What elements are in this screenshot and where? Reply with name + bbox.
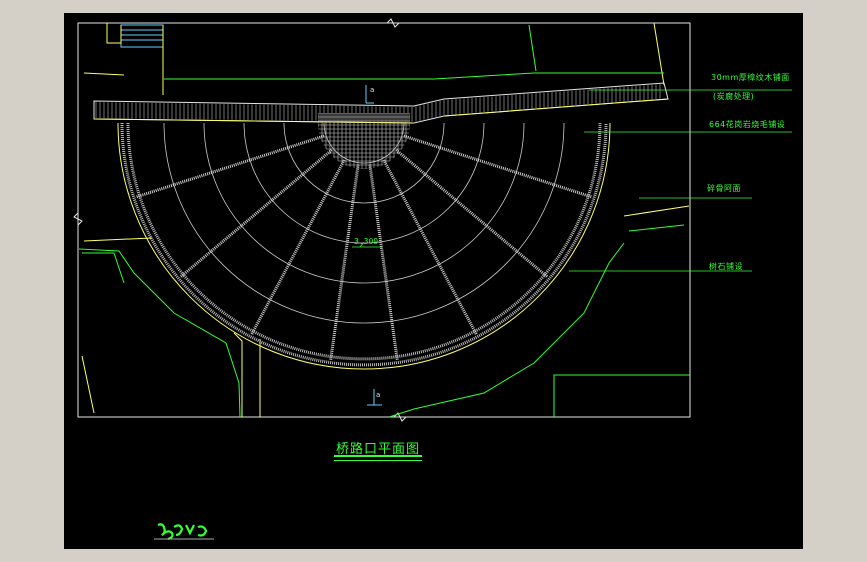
drawing-canvas[interactable]: 30mm厚樟纹木铺面 (炭腐处理) 664花岗岩烧毛铺设 碎骨阿面 树石铺设 a… (64, 13, 803, 549)
stair-block (120, 24, 164, 48)
annotation-text: 碎骨阿面 (707, 184, 741, 193)
section-label-top: a (370, 86, 375, 94)
section-label-bottom: a (376, 391, 381, 399)
title-underline (334, 455, 422, 461)
annotation-leaders (569, 89, 792, 272)
annotation-text: 664花岗岩烧毛铺设 (709, 120, 786, 129)
logo-image (154, 523, 214, 541)
elevation-label: 3.300 (354, 237, 379, 246)
annotation-text: 树石铺设 (709, 262, 743, 271)
annotation-text: (炭腐处理) (713, 92, 755, 101)
cad-viewport: 30mm厚樟纹木铺面 (炭腐处理) 664花岗岩烧毛铺设 碎骨阿面 树石铺设 a… (0, 0, 867, 562)
site-plan-drawing (73, 18, 792, 422)
annotation-text: 30mm厚樟纹木铺面 (711, 73, 790, 82)
